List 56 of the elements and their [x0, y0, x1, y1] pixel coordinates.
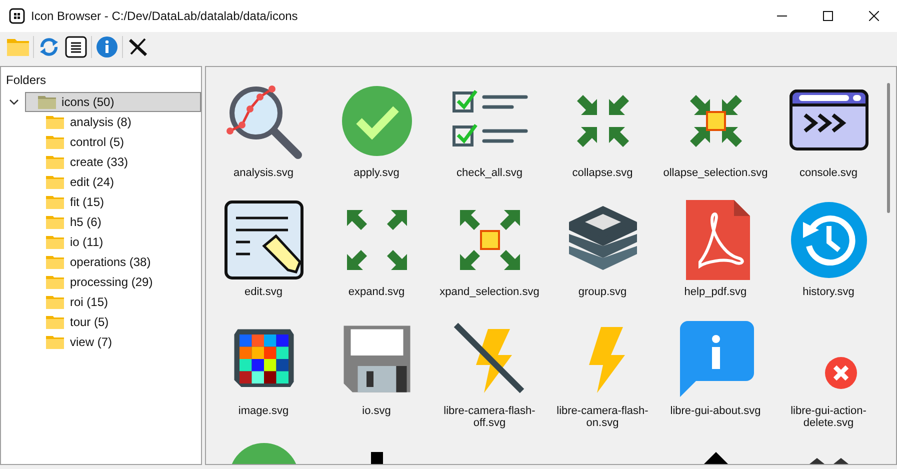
icon-filename: image.svg	[237, 405, 290, 417]
icon-filename: analysis.svg	[232, 167, 294, 179]
tree-item[interactable]: analysis (8)	[45, 112, 134, 132]
tree-item[interactable]: roi (15)	[45, 292, 112, 312]
triangle-icon	[704, 452, 728, 464]
tree-item[interactable]: icons (50)	[24, 92, 201, 112]
app-grid-icon	[9, 8, 25, 24]
tree-item[interactable]: h5 (6)	[45, 212, 104, 232]
tree-item[interactable]: control (5)	[45, 132, 128, 152]
icon-filename: check_all.svg	[455, 167, 524, 179]
folder-icon	[46, 335, 64, 349]
list-view-button[interactable]	[64, 35, 88, 59]
tree-item[interactable]: view (7)	[45, 332, 116, 352]
icon-filename: edit.svg	[244, 286, 284, 298]
document-pencil-icon	[224, 200, 304, 280]
folder-icon	[46, 135, 64, 149]
folder-icon	[46, 115, 64, 129]
folder-icon	[38, 95, 56, 109]
maximize-icon	[823, 11, 833, 21]
tree-item[interactable]: processing (29)	[45, 272, 156, 292]
icon-filename: libre-camera-flash-off.svg	[442, 405, 536, 429]
icon-filename: libre-gui-about.svg	[669, 405, 762, 417]
close-circle-icon	[824, 357, 856, 389]
icon-filename: history.svg	[802, 286, 856, 298]
window-title: Icon Browser - C:/Dev/DataLab/datalab/data/icons	[31, 8, 298, 25]
icon-filename: collapse.svg	[571, 167, 634, 179]
icon-filename: group.svg	[577, 286, 628, 298]
icon-filename: xpand_selection.svg	[438, 286, 540, 298]
icon-filename: io.svg	[361, 405, 392, 417]
icon-filename: ollapse_selection.svg	[662, 167, 769, 179]
tree-item[interactable]: tour (5)	[45, 312, 112, 332]
clock-history-icon	[788, 200, 868, 280]
folder-icon	[46, 215, 64, 229]
icon-filename: libre-gui-action-delete.svg	[790, 405, 868, 429]
tree-header: Folders	[5, 72, 48, 89]
folder-icon	[46, 315, 64, 329]
close-icon	[869, 11, 879, 21]
folder-icon	[46, 235, 64, 249]
tree-item[interactable]: io (11)	[45, 232, 106, 252]
tree-item[interactable]: edit (24)	[45, 172, 118, 192]
icon-filename: apply.svg	[352, 167, 400, 179]
folder-icon	[46, 195, 64, 209]
tree-item[interactable]: fit (15)	[45, 192, 108, 212]
icon-filename: libre-camera-flash-on.svg	[556, 405, 650, 429]
folder-icon	[46, 175, 64, 189]
tree-item[interactable]: operations (38)	[45, 252, 154, 272]
folder-icon	[46, 255, 64, 269]
icon-filename: help_pdf.svg	[683, 286, 748, 298]
icon-filename: console.svg	[798, 167, 859, 179]
folder-icon	[46, 155, 64, 169]
folder-icon	[46, 275, 64, 289]
info-button[interactable]	[95, 35, 119, 59]
folder-icon	[46, 295, 64, 309]
chevron-icon[interactable]	[7, 97, 21, 107]
tree-item[interactable]: create (33)	[45, 152, 132, 172]
icon-filename: expand.svg	[347, 286, 406, 298]
